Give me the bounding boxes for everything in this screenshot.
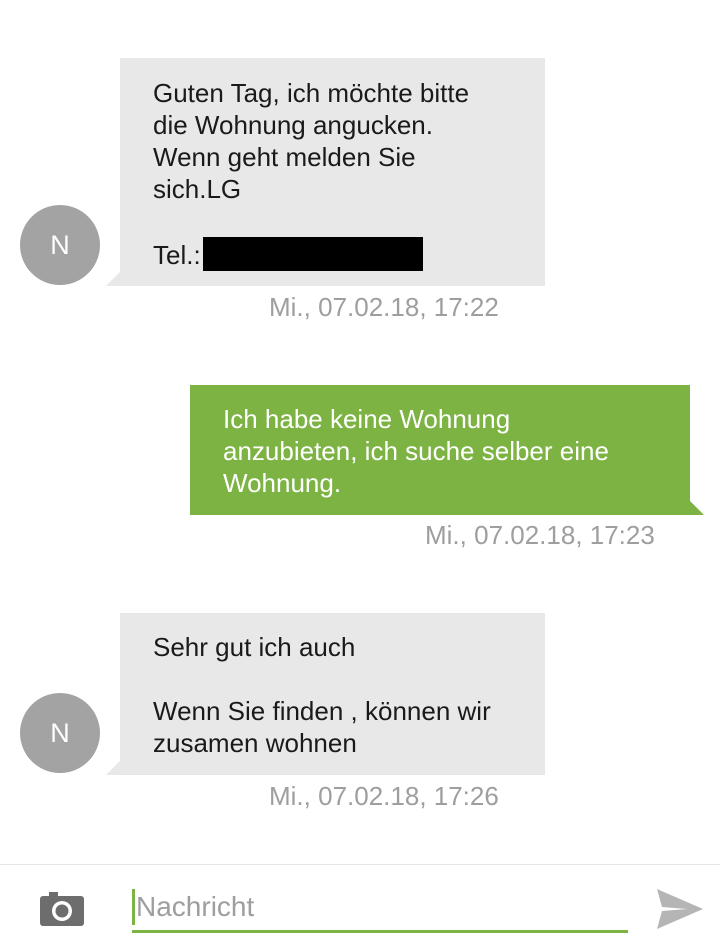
message-composer <box>0 864 720 951</box>
redacted-phone-number <box>202 237 423 271</box>
message-input-field[interactable] <box>132 885 628 933</box>
message-timestamp: Mi., 07.02.18, 17:26 <box>269 781 499 811</box>
message-line: Wohnung. <box>223 468 342 498</box>
message-line: Wenn geht melden Sie <box>153 142 416 172</box>
incoming-message-bubble[interactable]: Sehr gut ich auch Wenn Sie finden , könn… <box>120 613 545 775</box>
send-icon[interactable] <box>657 889 703 929</box>
message-line: zusamen wohnen <box>153 728 357 758</box>
incoming-message-bubble[interactable]: Guten Tag, ich möchte bitte die Wohnung … <box>120 58 545 286</box>
conversation-screen: N Guten Tag, ich möchte bitte die Wohnun… <box>0 0 720 951</box>
outgoing-message-bubble[interactable]: Ich habe keine Wohnung anzubieten, ich s… <box>190 385 690 515</box>
bubble-tail <box>106 761 120 775</box>
message-blank-line <box>153 205 525 237</box>
bubble-tail <box>106 272 120 286</box>
avatar-letter: N <box>50 717 70 748</box>
message-timestamp: Mi., 07.02.18, 17:23 <box>425 520 655 550</box>
phone-line: Tel.: <box>153 237 525 271</box>
avatar-letter: N <box>50 229 70 260</box>
bubble-tail <box>690 501 704 515</box>
text-cursor <box>132 889 135 925</box>
message-blank-line <box>153 663 525 695</box>
message-input[interactable] <box>132 885 628 929</box>
message-line: anzubieten, ich suche selber eine <box>223 436 609 466</box>
message-line: sich.LG <box>153 174 242 204</box>
input-underline <box>132 930 628 933</box>
message-timestamp: Mi., 07.02.18, 17:22 <box>269 292 499 322</box>
message-line: Wenn Sie finden , können wir <box>153 696 491 726</box>
contact-avatar[interactable]: N <box>20 693 100 773</box>
message-line: Guten Tag, ich möchte bitte <box>153 78 470 108</box>
phone-label: Tel.: <box>153 240 201 270</box>
contact-avatar[interactable]: N <box>20 205 100 285</box>
camera-icon[interactable] <box>40 892 84 926</box>
message-line: Sehr gut ich auch <box>153 632 356 662</box>
message-line: die Wohnung angucken. <box>153 110 433 140</box>
message-line: Ich habe keine Wohnung <box>223 404 511 434</box>
